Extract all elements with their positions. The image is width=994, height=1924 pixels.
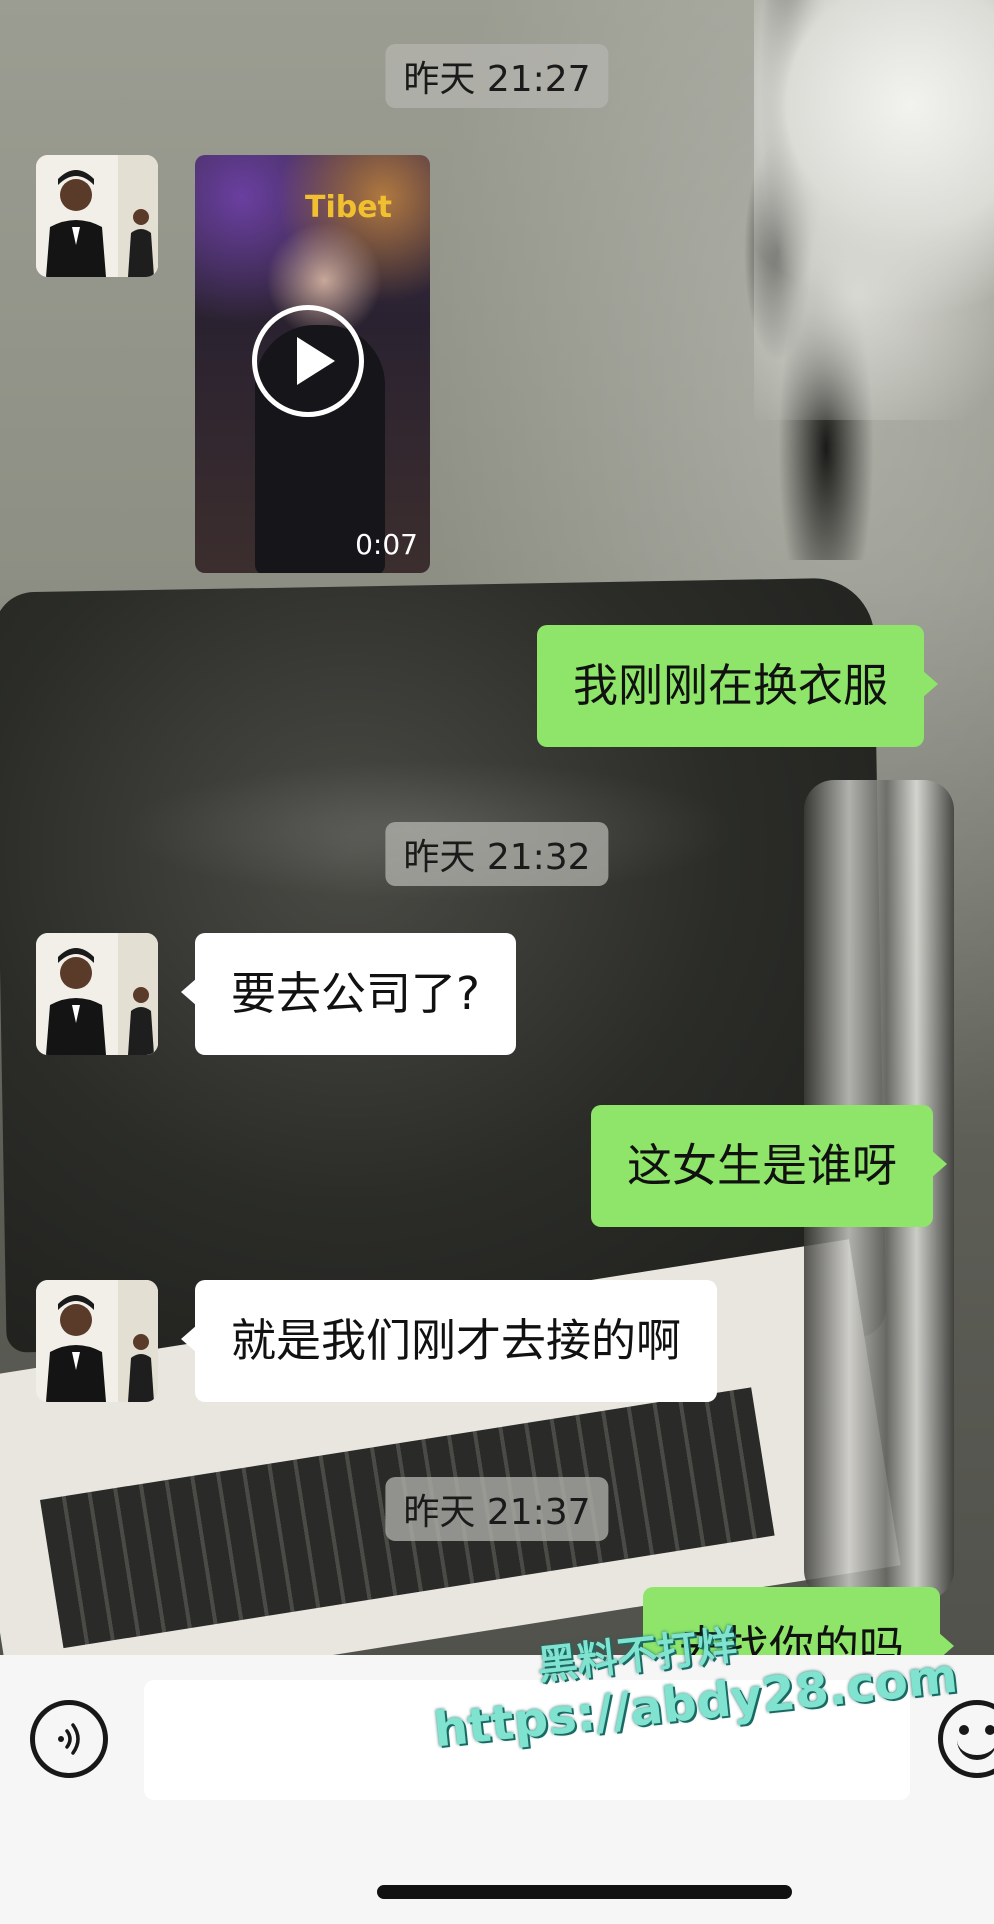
voice-icon [58, 1723, 80, 1755]
home-indicator[interactable] [377, 1885, 792, 1899]
avatar-image [36, 933, 158, 1055]
video-message[interactable]: Tibet 0:07 [195, 155, 430, 573]
message-bubble-contact[interactable]: 就是我们刚才去接的啊 [180, 1280, 718, 1402]
chat-screen: 昨天 21:27 Tibet 0:07 我刚刚在换衣服 昨天 21:32 要去公… [0, 0, 994, 1924]
contact-avatar[interactable] [36, 933, 158, 1055]
video-sign-text: Tibet [305, 190, 392, 225]
timestamp: 昨天 21:37 [385, 1477, 609, 1541]
message-bubble-self[interactable]: 这女生是谁呀 [591, 1105, 948, 1227]
contact-avatar[interactable] [36, 155, 158, 277]
message-bubble-self[interactable]: 我刚刚在换衣服 [537, 625, 939, 747]
voice-button[interactable] [30, 1700, 108, 1778]
wallpaper-flower [754, 0, 994, 420]
contact-avatar[interactable] [36, 1280, 158, 1402]
avatar-image [36, 1280, 158, 1402]
avatar-image [36, 155, 158, 277]
play-icon[interactable] [252, 305, 364, 417]
timestamp: 昨天 21:27 [385, 44, 609, 108]
message-bubble-contact[interactable]: 要去公司了? [181, 933, 516, 1055]
video-duration: 0:07 [355, 528, 418, 561]
timestamp: 昨天 21:32 [385, 822, 609, 886]
